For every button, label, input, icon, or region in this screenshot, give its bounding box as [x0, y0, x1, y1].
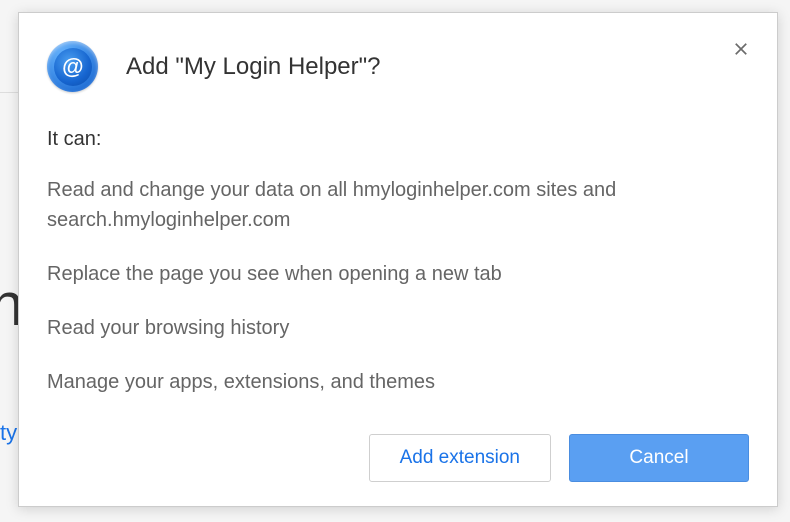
close-button[interactable]: [729, 37, 753, 61]
close-icon: [732, 40, 750, 58]
at-sign-icon: @: [54, 48, 92, 86]
dialog-title: Add "My Login Helper"?: [126, 53, 381, 81]
dialog-footer: Add extension Cancel: [369, 434, 749, 482]
extension-icon: @: [47, 41, 98, 92]
background-partial-link: ty: [0, 420, 17, 446]
cancel-button[interactable]: Cancel: [569, 434, 749, 482]
dialog-header: @ Add "My Login Helper"?: [19, 13, 777, 92]
background-divider: [0, 92, 18, 93]
extension-install-dialog: @ Add "My Login Helper"? It can: Read an…: [18, 12, 778, 507]
permissions-intro: It can:: [47, 128, 749, 151]
permission-item: Replace the page you see when opening a …: [47, 259, 749, 289]
dialog-body: It can: Read and change your data on all…: [19, 92, 777, 397]
add-extension-button[interactable]: Add extension: [369, 434, 551, 482]
permission-item: Manage your apps, extensions, and themes: [47, 367, 749, 397]
permission-item: Read your browsing history: [47, 313, 749, 343]
permission-item: Read and change your data on all hmylogi…: [47, 175, 749, 235]
